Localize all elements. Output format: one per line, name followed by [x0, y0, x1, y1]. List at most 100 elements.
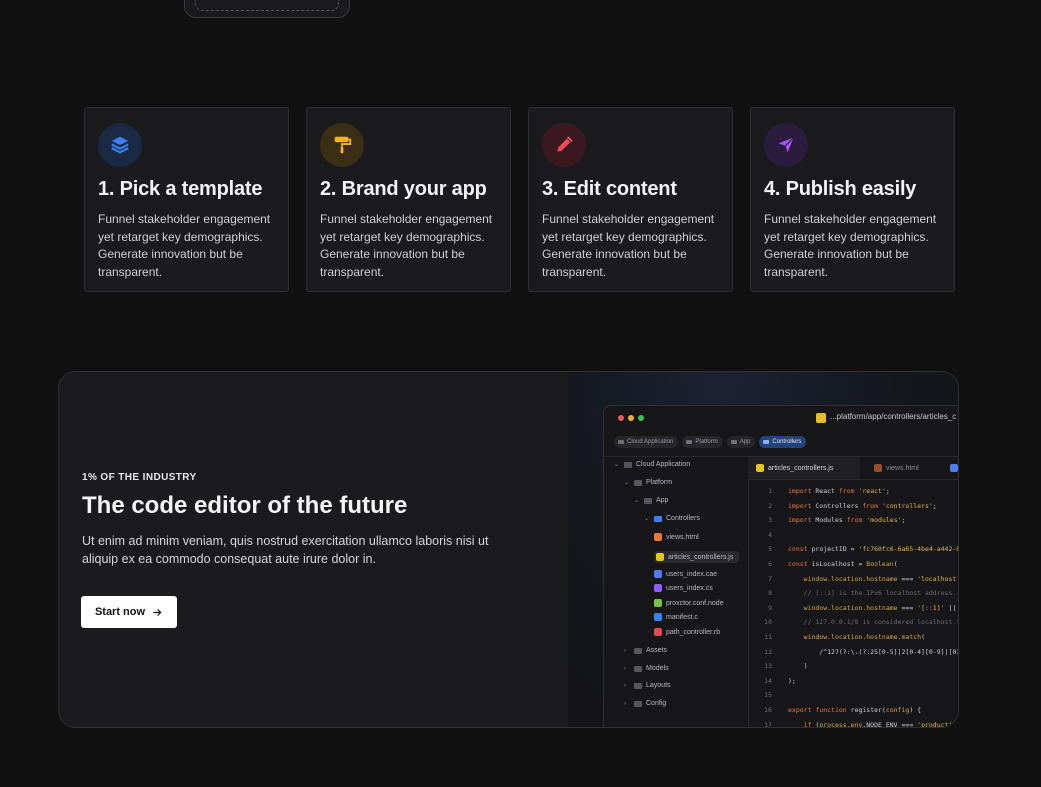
file-icon [950, 464, 958, 472]
line-number: 14 [764, 676, 772, 685]
tree-item-label: manifest.c [666, 613, 698, 621]
breadcrumb-item[interactable]: App [726, 436, 756, 448]
tree-item-label: Assets [646, 647, 668, 654]
code-line: import Controllers from 'controllers'; [788, 501, 937, 510]
line-number: 4 [768, 530, 772, 539]
line-number: 1 [768, 487, 772, 495]
code-line: export function register(config) { [788, 706, 922, 714]
paint-roller-icon [320, 123, 364, 167]
tree-folder-item[interactable]: › Layouts [624, 682, 671, 689]
line-number: 15 [764, 691, 772, 700]
code-line: import Modules from 'modules'; [788, 516, 906, 525]
maximize-window-dot[interactable] [638, 415, 644, 421]
chevron-down-icon: ⌄ [644, 516, 650, 522]
section-title: The code editor of the future [82, 492, 408, 519]
step-title: 2. Brand your app [320, 178, 487, 200]
tab-views-html[interactable]: views.html [866, 457, 940, 479]
code-line: const projectID = 'fc760fc6-6a65-4be4-a4… [788, 545, 959, 554]
tree-file-item[interactable]: users_index.cae [654, 570, 717, 578]
tree-folder-item[interactable]: ⌄ Platform [624, 479, 672, 486]
tree-item-label: users_index.cae [666, 570, 717, 578]
tab-articles-controllers[interactable]: articles_controllers.js [748, 457, 860, 479]
tree-file-item[interactable]: articles_controllers.js [654, 551, 740, 563]
folder-icon [634, 682, 642, 689]
folder-icon [654, 515, 662, 522]
tab-overflow[interactable] [942, 457, 958, 479]
tree-item-label: Cloud Application [636, 461, 691, 468]
file-icon [654, 570, 662, 578]
file-icon [654, 613, 662, 621]
tree-item-label: App [656, 497, 669, 504]
code-editor-window: ...platform/app/controllers/articles_c C… [603, 405, 959, 728]
tree-folder-item[interactable]: › Config [624, 700, 666, 707]
line-number: 9 [768, 603, 772, 612]
tree-folder-item[interactable]: › Assets [624, 647, 667, 654]
tree-item-label: Models [646, 665, 669, 672]
code-area[interactable]: 1 import React from 'react'; 2 import Contr… [748, 479, 959, 728]
tab-label: articles_controllers.js [768, 464, 834, 472]
tree-item-label: Config [646, 700, 667, 707]
tree-file-item[interactable]: proxctor.conf.node [654, 599, 724, 607]
tree-file-item[interactable]: manifest.c [654, 613, 698, 621]
breadcrumb-item-active[interactable]: Controllers [759, 436, 807, 448]
breadcrumb-item[interactable]: Cloud Application [614, 436, 679, 448]
folder-icon [634, 479, 642, 486]
code-line: import React from 'react'; [788, 487, 890, 495]
tree-item-label: Controllers [666, 515, 700, 522]
upload-dropzone-card [184, 0, 350, 18]
line-number: 12 [764, 647, 772, 656]
code-line: ) [788, 662, 808, 671]
tree-item-label: views.html [666, 533, 699, 541]
chevron-right-icon: › [624, 647, 626, 654]
chevron-right-icon: › [624, 700, 626, 707]
arrow-right-icon [153, 608, 162, 616]
close-window-dot[interactable] [618, 415, 624, 421]
tree-folder-item[interactable]: ⌄ Cloud Application [614, 461, 690, 468]
editor-tabs: articles_controllers.js views.html [748, 457, 958, 480]
minimize-window-dot[interactable] [628, 415, 634, 421]
tree-file-item[interactable]: users_index.cs [654, 584, 713, 592]
breadcrumb-item[interactable]: Platform [682, 436, 723, 448]
step-card-publish: 4. Publish easily Funnel stakeholder eng… [750, 107, 955, 292]
tree-file-item[interactable]: views.html [654, 533, 699, 541]
start-now-button[interactable]: Start now [81, 596, 177, 628]
code-line: const isLocalhost = Boolean( [788, 560, 898, 568]
chevron-right-icon: ⌄ [614, 462, 620, 468]
steps-section: 1. Pick a template Funnel stakeholder en… [84, 107, 958, 294]
code-line: window.location.hostname === '[::1]' || [803, 603, 957, 612]
folder-icon [634, 700, 642, 707]
code-editor-feature-section: 1% OF THE INDUSTRY The code editor of th… [58, 371, 959, 728]
step-description: Funnel stakeholder engagement yet retarg… [542, 212, 715, 279]
line-number: 3 [768, 516, 772, 525]
editor-titlebar: ...platform/app/controllers/articles_c [604, 406, 958, 430]
line-number: 2 [768, 501, 772, 510]
file-icon [654, 599, 662, 607]
code-line: window.location.hostname.match( [803, 633, 925, 641]
step-card-edit-content: 3. Edit content Funnel stakeholder engag… [528, 107, 733, 292]
start-now-label: Start now [94, 606, 146, 618]
send-icon [764, 123, 808, 167]
tree-folder-item[interactable]: ⌄ App [634, 497, 668, 504]
tree-folder-item[interactable]: › Models [624, 665, 669, 672]
js-file-icon [816, 413, 826, 423]
tree-file-item[interactable]: path_controller.rb [654, 628, 720, 636]
tree-item-label: Platform [646, 479, 673, 486]
layers-icon [98, 123, 142, 167]
code-line: window.location.hostname === 'localhost'… [803, 574, 959, 583]
folder-icon [644, 497, 652, 504]
line-number: 7 [768, 574, 772, 583]
file-path: ...platform/app/controllers/articles_c [830, 412, 957, 421]
section-description: Ut enim ad minim veniam, quis nostrud ex… [82, 534, 489, 566]
line-number: 17 [764, 720, 772, 728]
code-line: /^127(?:\.(?:25[0-5]|2[0-4][0-9]|[01]?[0… [819, 647, 958, 656]
tree-folder-item[interactable]: ⌄ Controllers [644, 515, 700, 522]
eyebrow-label: 1% OF THE INDUSTRY [82, 472, 197, 483]
tree-item-label: users_index.cs [666, 584, 713, 592]
chevron-right-icon: › [624, 682, 626, 689]
step-description: Funnel stakeholder engagement yet retarg… [764, 212, 937, 279]
step-title: 1. Pick a template [98, 178, 263, 200]
folder-icon [624, 461, 632, 468]
line-number: 10 [764, 618, 772, 627]
line-number: 11 [764, 633, 772, 641]
pencil-icon [542, 123, 586, 167]
